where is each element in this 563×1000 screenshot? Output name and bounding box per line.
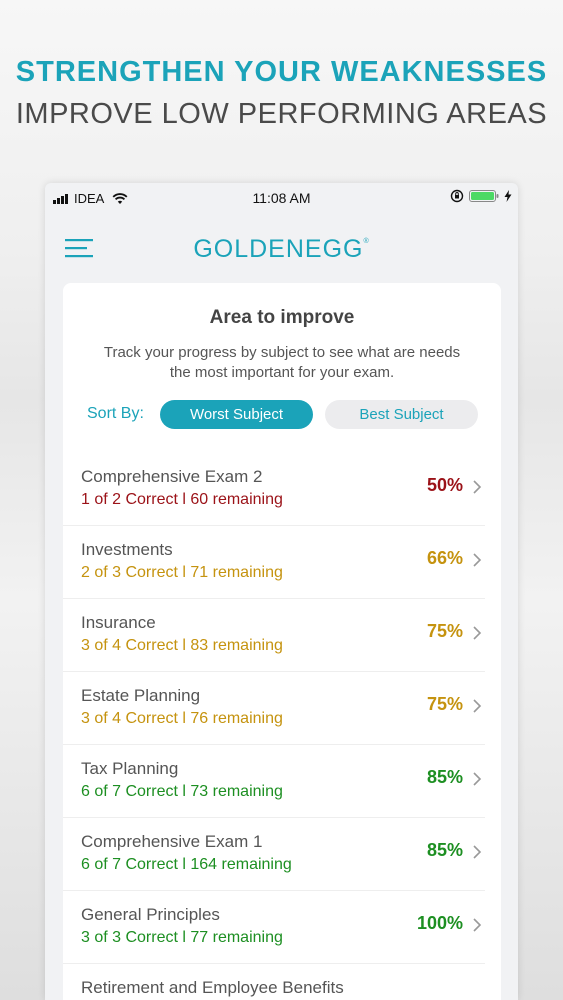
app-logo: GOLDENEGG®	[45, 235, 518, 264]
subject-percent: 75%	[426, 694, 463, 714]
battery-icon	[469, 190, 499, 202]
card-title: Area to improve	[209, 307, 355, 328]
app-header: GOLDENEGG®	[45, 213, 518, 283]
subject-name: Comprehensive Exam 2	[81, 467, 263, 486]
sort-best-subject-button[interactable]: Best Subject	[325, 400, 478, 429]
subject-name: Insurance	[81, 613, 156, 632]
subject-percent: 66%	[426, 548, 463, 568]
chevron-right-icon	[473, 626, 482, 640]
charging-icon	[504, 190, 512, 202]
chevron-right-icon	[473, 845, 482, 859]
sort-label: Sort By:	[87, 405, 144, 422]
subject-name: Retirement and Employee Benefits	[81, 978, 344, 997]
subject-row[interactable]: Tax Planning 6 of 7 Correct l 73 remaini…	[63, 745, 485, 818]
status-bar: IDEA 11:08 AM	[45, 183, 518, 213]
chevron-right-icon	[473, 699, 482, 713]
subject-row[interactable]: Insurance 3 of 4 Correct l 83 remaining …	[63, 599, 485, 672]
chevron-right-icon	[473, 772, 482, 786]
chevron-right-icon	[473, 553, 482, 567]
orientation-lock-icon	[450, 189, 464, 203]
sort-worst-subject-button[interactable]: Worst Subject	[160, 400, 313, 429]
subject-stats: 1 of 2 Correct l 60 remaining	[81, 491, 283, 508]
subject-name: Tax Planning	[81, 759, 179, 778]
subject-percent: 75%	[426, 621, 463, 641]
chevron-right-icon	[473, 918, 482, 932]
app-logo-text: GOLDENEGG	[193, 235, 364, 263]
subject-stats: 3 of 4 Correct l 76 remaining	[81, 710, 283, 727]
subject-row[interactable]: Comprehensive Exam 2 1 of 2 Correct l 60…	[63, 453, 485, 526]
phone-screen: IDEA 11:08 AM GOLDENEGG® Area to improve…	[45, 183, 518, 1000]
status-time: 11:08 AM	[252, 190, 311, 206]
subject-percent: 85%	[426, 767, 463, 787]
app-logo-registered-mark: ®	[363, 238, 370, 245]
subject-row[interactable]: Comprehensive Exam 1 6 of 7 Correct l 16…	[63, 818, 485, 891]
subject-stats: 6 of 7 Correct l 73 remaining	[81, 783, 283, 800]
subject-name: Estate Planning	[81, 686, 201, 705]
subject-percent: 85%	[426, 840, 463, 860]
subject-percent: 50%	[426, 475, 463, 495]
subject-row[interactable]: Retirement and Employee Benefits	[63, 964, 485, 1000]
subject-row[interactable]: General Principles 3 of 3 Correct l 77 r…	[63, 891, 485, 964]
promo-subheadline: IMPROVE LOW PERFORMING AREAS	[15, 98, 548, 130]
subject-list: Comprehensive Exam 2 1 of 2 Correct l 60…	[63, 453, 501, 1000]
area-to-improve-card: Area to improve Track your progress by s…	[63, 283, 501, 1000]
subject-stats: 6 of 7 Correct l 164 remaining	[81, 856, 292, 873]
subject-row[interactable]: Investments 2 of 3 Correct l 71 remainin…	[63, 526, 485, 599]
subject-name: Investments	[81, 540, 173, 559]
subject-stats: 2 of 3 Correct l 71 remaining	[81, 564, 283, 581]
subject-stats: 3 of 4 Correct l 83 remaining	[81, 637, 283, 654]
promo-headline: STRENGTHEN YOUR WEAKNESSES	[15, 56, 548, 88]
chevron-right-icon	[473, 480, 482, 494]
subject-row[interactable]: Estate Planning 3 of 4 Correct l 76 rema…	[63, 672, 485, 745]
card-description: Track your progress by subject to see wh…	[103, 344, 461, 381]
subject-name: Comprehensive Exam 1	[81, 832, 263, 851]
subject-percent: 100%	[416, 913, 463, 933]
subject-stats: 3 of 3 Correct l 77 remaining	[81, 929, 283, 946]
subject-name: General Principles	[81, 905, 220, 924]
